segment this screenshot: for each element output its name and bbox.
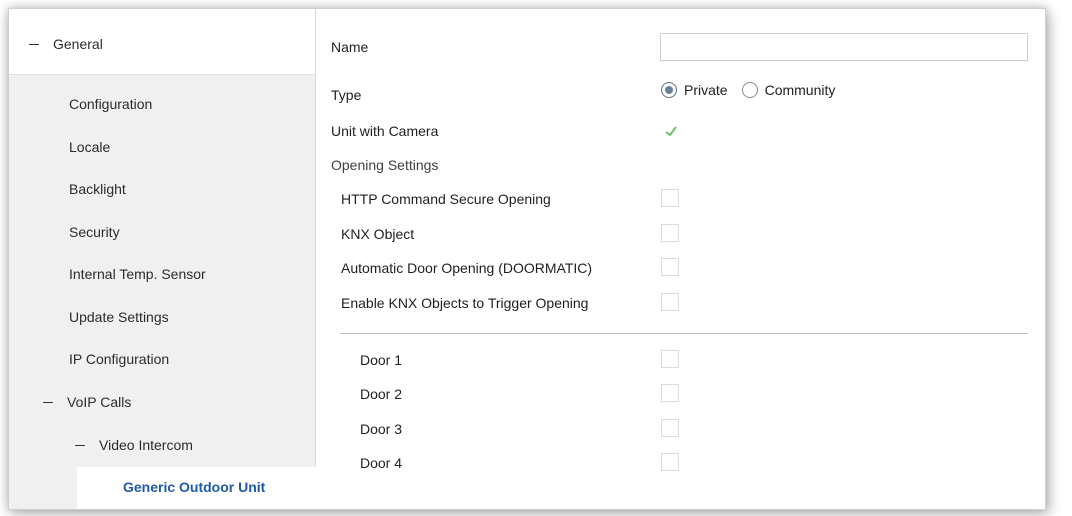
radio-private-label[interactable]: Private bbox=[684, 82, 728, 98]
knx-trigger-opening-label: Enable KNX Objects to Trigger Opening bbox=[341, 295, 589, 311]
sidebar-item-generic-outdoor-unit[interactable]: Generic Outdoor Unit bbox=[77, 467, 316, 509]
sidebar-item-internal-temp-sensor[interactable]: Internal Temp. Sensor bbox=[69, 261, 206, 287]
sidebar-item-configuration[interactable]: Configuration bbox=[69, 91, 152, 117]
camera-checkbox[interactable] bbox=[661, 121, 679, 139]
radio-private[interactable] bbox=[661, 82, 677, 98]
name-input[interactable] bbox=[660, 33, 1028, 61]
sidebar-item-label: Backlight bbox=[69, 181, 126, 197]
sidebar-item-label: IP Configuration bbox=[69, 351, 170, 367]
radio-selected-dot-icon bbox=[665, 86, 673, 94]
radio-community-label[interactable]: Community bbox=[765, 82, 836, 98]
door-1-checkbox[interactable] bbox=[661, 350, 679, 368]
sidebar-item-voip-calls[interactable]: VoIP Calls bbox=[43, 389, 131, 415]
name-label: Name bbox=[331, 39, 369, 55]
door-3-label: Door 3 bbox=[360, 421, 403, 437]
sidebar-item-label: Generic Outdoor Unit bbox=[123, 479, 266, 495]
radio-community[interactable] bbox=[741, 82, 758, 98]
sidebar-item-general[interactable]: General bbox=[29, 31, 103, 57]
sidebar-item-label: Locale bbox=[69, 139, 111, 155]
collapse-icon[interactable] bbox=[75, 444, 85, 446]
door-3-checkbox[interactable] bbox=[661, 419, 679, 437]
sidebar-item-video-intercom[interactable]: Video Intercom bbox=[75, 432, 193, 458]
opening-settings-heading: Opening Settings bbox=[331, 157, 439, 173]
knx-object-checkbox[interactable] bbox=[661, 224, 679, 242]
sidebar-item-update-settings[interactable]: Update Settings bbox=[69, 304, 169, 330]
sidebar-item-label: Update Settings bbox=[69, 309, 169, 325]
http-secure-opening-label: HTTP Command Secure Opening bbox=[341, 191, 551, 207]
sidebar-item-label: Configuration bbox=[69, 96, 153, 112]
sidebar-item-label: Internal Temp. Sensor bbox=[69, 266, 206, 282]
sidebar-item-security[interactable]: Security bbox=[69, 219, 120, 245]
sidebar-item-label: General bbox=[53, 36, 103, 52]
checkmark-icon bbox=[665, 126, 677, 137]
settings-panel: Name Type Private Community Unit with Ca… bbox=[316, 9, 1045, 509]
collapse-icon[interactable] bbox=[43, 401, 53, 403]
camera-label: Unit with Camera bbox=[331, 123, 439, 139]
sidebar-item-ip-configuration[interactable]: IP Configuration bbox=[69, 346, 169, 372]
door-2-checkbox[interactable] bbox=[661, 384, 679, 402]
sidebar-item-label: VoIP Calls bbox=[67, 394, 132, 410]
sidebar-item-backlight[interactable]: Backlight bbox=[69, 176, 126, 202]
type-label: Type bbox=[331, 87, 362, 103]
collapse-icon[interactable] bbox=[29, 43, 39, 45]
knx-object-label: KNX Object bbox=[341, 226, 415, 242]
sidebar-general-row[interactable]: General bbox=[9, 9, 315, 75]
doormatic-label: Automatic Door Opening (DOORMATIC) bbox=[341, 260, 593, 276]
http-secure-opening-checkbox[interactable] bbox=[661, 189, 679, 207]
sidebar-item-label: Video Intercom bbox=[99, 437, 193, 453]
knx-trigger-opening-checkbox[interactable] bbox=[661, 293, 679, 311]
sidebar: General Configuration Locale Backlight S… bbox=[9, 9, 316, 509]
door-1-label: Door 1 bbox=[360, 352, 403, 368]
app-window: General Configuration Locale Backlight S… bbox=[8, 8, 1046, 510]
section-divider bbox=[340, 333, 1028, 334]
type-radio-group: Private Community bbox=[661, 82, 849, 98]
door-4-checkbox[interactable] bbox=[661, 453, 679, 471]
sidebar-item-locale[interactable]: Locale bbox=[69, 134, 110, 160]
sidebar-item-label: Security bbox=[69, 224, 120, 240]
door-4-label: Door 4 bbox=[360, 455, 403, 471]
doormatic-checkbox[interactable] bbox=[661, 258, 679, 276]
door-2-label: Door 2 bbox=[360, 386, 403, 402]
